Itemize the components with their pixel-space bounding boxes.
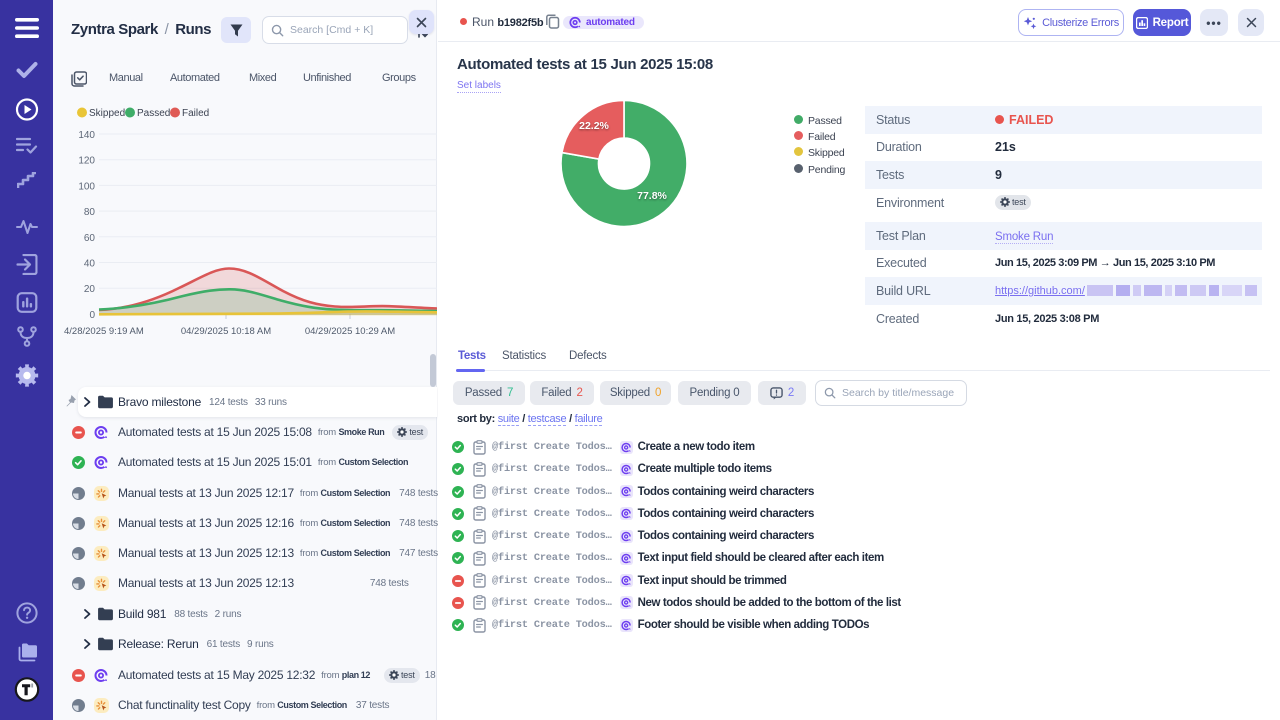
svg-text:Passed: Passed	[137, 108, 170, 119]
svg-text:0: 0	[89, 310, 95, 321]
svg-text:04/29/2025 10:18 AM: 04/29/2025 10:18 AM	[181, 326, 271, 337]
svg-text:4/28/2025 9:19 AM: 4/28/2025 9:19 AM	[64, 326, 144, 337]
svg-text:20: 20	[84, 284, 96, 295]
svg-text:Skipped: Skipped	[89, 108, 125, 119]
svg-text:77.8%: 77.8%	[637, 190, 667, 202]
svg-text:80: 80	[84, 207, 96, 218]
svg-text:04/29/2025 10:29 AM: 04/29/2025 10:29 AM	[305, 326, 395, 337]
svg-text:100: 100	[78, 181, 95, 192]
svg-text:60: 60	[84, 233, 96, 244]
svg-text:140: 140	[78, 130, 95, 141]
svg-text:22.2%: 22.2%	[579, 120, 609, 132]
svg-text:120: 120	[78, 156, 95, 167]
svg-text:Failed: Failed	[182, 108, 209, 119]
svg-text:40: 40	[84, 259, 96, 270]
